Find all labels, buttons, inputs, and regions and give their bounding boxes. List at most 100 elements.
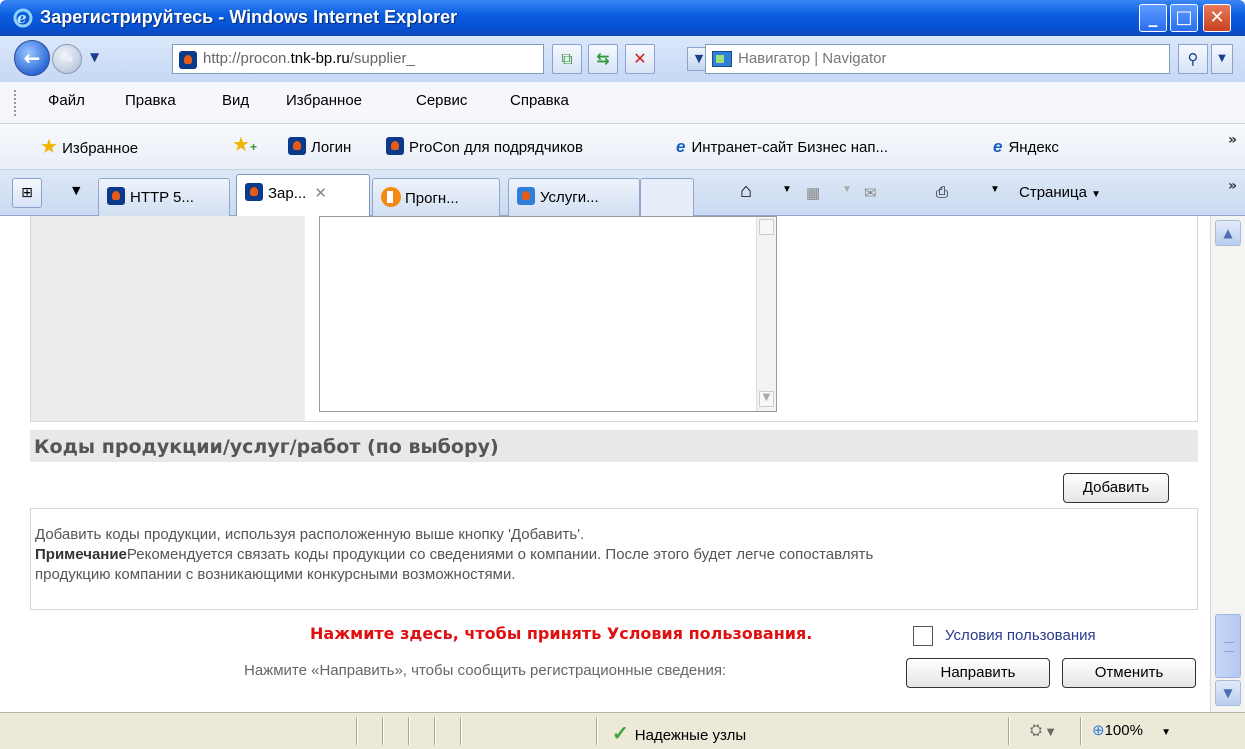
search-options-icon[interactable]: ▼ xyxy=(1211,44,1233,74)
ie-page-icon: e xyxy=(676,137,686,156)
tab-services[interactable]: Услуги... xyxy=(508,178,640,216)
ie-logo-icon: e xyxy=(13,8,33,28)
scroll-up-icon[interactable]: ▲ xyxy=(1215,220,1241,246)
description-textarea[interactable]: ▼ xyxy=(319,216,777,412)
site-favicon-icon xyxy=(179,51,197,69)
status-divider xyxy=(460,717,462,745)
feeds-icon[interactable]: ▦ xyxy=(806,184,820,202)
new-tab-button[interactable] xyxy=(640,178,694,216)
status-divider xyxy=(382,717,384,745)
check-icon: ✓ xyxy=(612,723,629,745)
tab-bar: ⊞ ▼ HTTP 5... Зар... ✕ Прогн... Услуги..… xyxy=(0,170,1245,217)
scroll-up-icon[interactable] xyxy=(759,219,774,235)
forecast-icon xyxy=(381,187,401,207)
page-content: ▼ Коды продукции/услуг/работ (по выбору)… xyxy=(0,216,1210,712)
favorites-overflow-icon[interactable]: » xyxy=(1228,132,1237,148)
fav-link-yandex[interactable]: e Яндекс xyxy=(993,137,1059,157)
status-divider xyxy=(356,717,358,745)
menu-tools[interactable]: Сервис xyxy=(416,92,467,109)
note-label: Примечание xyxy=(35,546,127,563)
search-button[interactable]: ⚲ xyxy=(1178,44,1208,74)
info-note: Добавить коды продукции, используя распо… xyxy=(30,508,1198,610)
fav-link-login[interactable]: Логин xyxy=(288,137,351,156)
menu-bar: Файл Правка Вид Избранное Сервис Справка xyxy=(0,82,1245,124)
menu-help[interactable]: Справка xyxy=(510,92,569,109)
info-line: Добавить коды продукции, используя распо… xyxy=(35,526,585,543)
commandbar-overflow-icon[interactable]: » xyxy=(1228,178,1237,194)
minimize-button[interactable]: _ xyxy=(1139,4,1167,32)
protected-mode-icon[interactable]: ⛭ ▼ xyxy=(1030,721,1054,739)
navigator-icon xyxy=(517,187,535,205)
terms-checkbox[interactable] xyxy=(913,626,933,646)
toolbar-grip xyxy=(14,90,18,116)
print-dropdown-icon[interactable]: ▼ xyxy=(990,184,1000,195)
refresh-icon[interactable]: ⇆ xyxy=(588,44,618,74)
form-upper-block: ▼ xyxy=(30,216,1198,422)
procon-icon xyxy=(107,187,125,205)
cancel-button[interactable]: Отменить xyxy=(1062,658,1196,688)
home-icon[interactable]: ⌂ xyxy=(740,180,752,203)
close-icon: ✕ xyxy=(1209,7,1225,28)
address-bar[interactable]: http://procon.tnk-bp.ru/supplier_ ▼ xyxy=(172,44,711,74)
forward-button[interactable]: → xyxy=(52,44,82,74)
status-divider xyxy=(1008,717,1010,745)
back-button[interactable]: ← xyxy=(14,40,50,76)
tab-register[interactable]: Зар... ✕ xyxy=(236,174,370,217)
procon-icon xyxy=(288,137,306,155)
page-menu-button[interactable]: Страница ▼ xyxy=(1019,184,1101,201)
scroll-thumb[interactable] xyxy=(1215,614,1241,678)
scroll-down-icon[interactable]: ▼ xyxy=(759,391,774,407)
add-to-favorites-icon[interactable]: ★+ xyxy=(232,132,257,157)
home-dropdown-icon[interactable]: ▼ xyxy=(782,184,792,195)
zoom-control[interactable]: ⊕100% ▼ xyxy=(1092,721,1171,739)
print-icon[interactable]: ⎙ xyxy=(936,184,948,201)
search-provider-icon xyxy=(712,51,732,67)
label-column xyxy=(31,216,305,421)
note-line-2: продукцию компании с возникающими конкур… xyxy=(35,566,516,583)
tab-forecast[interactable]: Прогн... xyxy=(372,178,500,216)
compatibility-view-icon[interactable]: ⧉ xyxy=(552,44,582,74)
textarea-scrollbar[interactable]: ▼ xyxy=(756,217,776,411)
security-zone[interactable]: ✓ Надежные узлы xyxy=(612,721,746,746)
terms-link[interactable]: Условия пользования xyxy=(945,627,1096,644)
section-header: Коды продукции/услуг/работ (по выбору) xyxy=(30,430,1198,462)
maximize-icon: □ xyxy=(1175,7,1193,28)
scroll-down-icon[interactable]: ▼ xyxy=(1215,680,1241,706)
star-icon: ★ xyxy=(40,136,58,158)
favorites-bar: ★ Избранное ★+ Логин ProCon для подрядчи… xyxy=(0,124,1245,170)
search-icon: ⚲ xyxy=(1187,50,1199,68)
menu-view[interactable]: Вид xyxy=(222,92,249,109)
fav-link-intranet[interactable]: e Интранет-сайт Бизнес нап... xyxy=(676,137,888,157)
page-scrollbar[interactable]: ▲ ▼ xyxy=(1210,216,1245,712)
minimize-icon: _ xyxy=(1148,7,1158,28)
section-title: Коды продукции/услуг/работ (по выбору) xyxy=(34,436,499,458)
submit-hint: Нажмите «Направить», чтобы сообщить реги… xyxy=(244,662,727,679)
submit-button[interactable]: Направить xyxy=(906,658,1050,688)
procon-icon xyxy=(386,137,404,155)
tab-list-dropdown-icon[interactable]: ▼ xyxy=(72,184,80,197)
search-placeholder: Навигатор | Navigator xyxy=(738,50,887,67)
maximize-button[interactable]: □ xyxy=(1170,4,1198,32)
close-tab-icon[interactable]: ✕ xyxy=(310,185,327,202)
quick-tabs-icon[interactable]: ⊞ xyxy=(12,178,42,208)
feeds-dropdown-icon[interactable]: ▼ xyxy=(842,184,852,195)
accept-terms-text[interactable]: Нажмите здесь, чтобы принять Условия пол… xyxy=(310,624,812,643)
close-window-button[interactable]: ✕ xyxy=(1203,4,1231,32)
menu-favorites[interactable]: Избранное xyxy=(286,92,362,109)
stop-icon[interactable]: ✕ xyxy=(625,44,655,74)
status-divider xyxy=(408,717,410,745)
add-button[interactable]: Добавить xyxy=(1063,473,1169,503)
zoom-icon: ⊕ xyxy=(1092,722,1105,739)
menu-edit[interactable]: Правка xyxy=(125,92,176,109)
mail-icon[interactable]: ✉ xyxy=(864,184,877,202)
favorites-button[interactable]: ★ Избранное xyxy=(40,134,138,159)
ie-page-icon: e xyxy=(993,137,1003,156)
title-bar: e Зарегистрируйтесь - Windows Internet E… xyxy=(0,0,1245,36)
status-bar: ✓ Надежные узлы ⛭ ▼ ⊕100% ▼ xyxy=(0,712,1245,749)
note-line: ПримечаниеРекомендуется связать коды про… xyxy=(35,545,1193,565)
search-input[interactable]: Навигатор | Navigator xyxy=(705,44,1170,74)
tab-http[interactable]: HTTP 5... xyxy=(98,178,230,216)
menu-file[interactable]: Файл xyxy=(48,92,85,109)
fav-link-procon[interactable]: ProCon для подрядчиков xyxy=(386,137,583,156)
history-dropdown-icon[interactable]: ▼ xyxy=(90,50,99,64)
